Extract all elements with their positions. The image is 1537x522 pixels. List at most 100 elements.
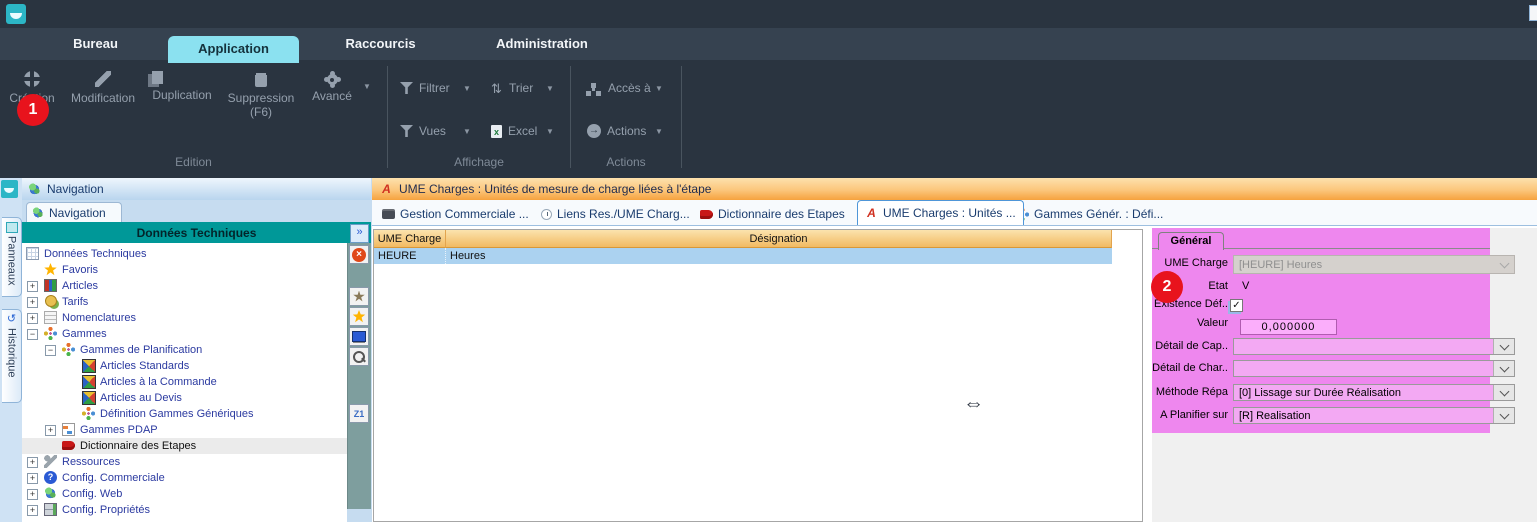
tree-item-config-proprietes[interactable]: Config. Propriétés (22, 502, 347, 518)
combo-arrow-button[interactable] (1493, 385, 1514, 400)
section-header-label: Données Techniques (137, 226, 257, 240)
expander-plus-icon[interactable] (27, 281, 38, 292)
window-box-icon[interactable] (1529, 5, 1537, 21)
favorites-star-button[interactable] (349, 307, 369, 326)
tree-item-label: Articles au Devis (100, 392, 182, 404)
expander-plus-icon[interactable] (27, 297, 38, 308)
tree-item-nomenclatures[interactable]: Nomenclatures (22, 310, 347, 326)
existence-checkbox[interactable] (1230, 299, 1243, 312)
tree-item-label: Gammes de Planification (80, 344, 202, 356)
actions-dropdown-caret[interactable] (655, 127, 663, 136)
expander-plus-icon[interactable] (45, 425, 56, 436)
expander-plus-icon[interactable] (27, 505, 38, 516)
tab-ume-charges[interactable]: UME Charges : Unités ... (857, 200, 1024, 225)
suppression-button[interactable]: Suppression (F6) (224, 71, 298, 119)
methode-combo[interactable]: [0] Lissage sur Durée Réalisation (1233, 384, 1515, 401)
acces-a-button[interactable]: Accès à (587, 81, 651, 95)
expander-plus-icon[interactable] (27, 313, 38, 324)
column-header-designation[interactable]: Désignation (446, 230, 1112, 248)
vues-dropdown-caret[interactable] (463, 127, 471, 136)
avance-button[interactable]: Avancé (306, 71, 358, 103)
tree-item-definition-gammes-generiques[interactable]: Définition Gammes Génériques (22, 406, 347, 422)
ruler-A-icon (380, 183, 393, 196)
tab-label: UME Charges : Unités ... (883, 206, 1016, 220)
vues-button[interactable]: Vues (400, 124, 446, 138)
expander-minus-icon[interactable] (27, 329, 38, 340)
avance-label: Avancé (312, 89, 352, 103)
detail-cap-combo[interactable] (1233, 338, 1515, 355)
table-row-cell-ume-charge[interactable]: HEURE (374, 248, 446, 264)
filtrer-dropdown-caret[interactable] (463, 84, 471, 93)
modification-button[interactable]: Modification (66, 71, 140, 105)
z1-button[interactable] (349, 404, 369, 423)
tree-item-label: Nomenclatures (62, 312, 136, 324)
duplication-button[interactable]: Duplication (148, 71, 216, 102)
tree-item-dictionnaire-des-etapes[interactable]: Dictionnaire des Etapes (22, 438, 347, 454)
column-header-ume-charge[interactable]: UME Charge (374, 230, 446, 248)
arrow-circle-icon (587, 124, 601, 138)
excel-button[interactable]: Excel (491, 124, 537, 138)
filtrer-button[interactable]: Filtrer (400, 81, 450, 95)
tree-item-articles-standards[interactable]: Articles Standards (22, 358, 347, 374)
tab-label: Gestion Commerciale ... (400, 207, 529, 221)
tab-liens-res-ume-charges[interactable]: Liens Res./UME Charg... (541, 203, 690, 225)
menu-raccourcis[interactable]: Raccourcis (338, 28, 423, 60)
tree-item-donnees-techniques[interactable]: Données Techniques (22, 246, 347, 262)
tree-item-ressources[interactable]: Ressources (22, 454, 347, 470)
actions-button[interactable]: Actions (587, 124, 646, 138)
tree-item-gammes-de-planification[interactable]: Gammes de Planification (22, 342, 347, 358)
combo-arrow-button[interactable] (1494, 256, 1514, 273)
navigation-tab[interactable]: Navigation (26, 202, 122, 222)
ume-charge-combo[interactable]: [HEURE] Heures (1233, 255, 1515, 274)
app-logo-icon[interactable] (6, 4, 26, 24)
tab-gestion-commerciale[interactable]: Gestion Commerciale ... (382, 203, 529, 225)
tree-item-gammes-pdap[interactable]: Gammes PDAP (22, 422, 347, 438)
side-tab-historique[interactable]: Historique (2, 309, 22, 403)
tree-item-label: Articles à la Commande (100, 376, 217, 388)
combo-arrow-button[interactable] (1493, 408, 1514, 423)
tab-dictionnaire-des-etapes[interactable]: Dictionnaire des Etapes (700, 203, 845, 225)
acces-a-label: Accès à (608, 81, 651, 95)
expander-plus-icon[interactable] (27, 457, 38, 468)
tree-item-config-web[interactable]: Config. Web (22, 486, 347, 502)
trier-button[interactable]: Trier (491, 81, 533, 95)
excel-dropdown-caret[interactable] (546, 127, 554, 136)
expander-minus-icon[interactable] (45, 345, 56, 356)
tree-item-gammes[interactable]: Gammes (22, 326, 347, 342)
valeur-input[interactable]: 0,000000 (1240, 319, 1337, 335)
menu-bureau[interactable]: Bureau (68, 28, 123, 60)
combo-arrow-button[interactable] (1493, 339, 1514, 354)
helm-button[interactable] (349, 287, 369, 306)
avance-dropdown-caret[interactable] (363, 82, 371, 91)
menu-administration[interactable]: Administration (487, 28, 597, 60)
planifier-combo[interactable]: [R] Realisation (1233, 407, 1515, 424)
menu-application[interactable]: Application (168, 36, 299, 63)
close-red-button[interactable] (349, 245, 369, 264)
tree-item-config-commerciale[interactable]: Config. Commerciale (22, 470, 347, 486)
document-title: UME Charges : Unités de mesure de charge… (399, 182, 711, 196)
star-icon (353, 310, 366, 323)
expander-plus-icon[interactable] (27, 489, 38, 500)
double-chevron-button[interactable] (350, 224, 369, 243)
z1-icon (354, 409, 365, 419)
table-row-cell-designation[interactable]: Heures (446, 248, 1112, 264)
tree-item-favoris[interactable]: Favoris (22, 262, 347, 278)
combo-arrow-button[interactable] (1493, 361, 1514, 376)
side-tab-panneaux[interactable]: Panneaux (2, 217, 22, 297)
tab-gammes-generiques[interactable]: Gammes Génér. : Défi... (1016, 203, 1163, 225)
copy-pages-icon (152, 71, 163, 84)
detail-char-combo[interactable] (1233, 360, 1515, 377)
cell-value: HEURE (378, 250, 417, 262)
tree-item-articles[interactable]: Articles (22, 278, 347, 294)
ruler-A-icon (865, 207, 878, 220)
acces-a-dropdown-caret[interactable] (655, 84, 663, 93)
tab-general[interactable]: Général (1158, 232, 1224, 250)
expander-plus-icon[interactable] (27, 473, 38, 484)
monitor-button[interactable] (349, 327, 369, 346)
search-button[interactable] (349, 347, 369, 366)
section-header-donnees-techniques: Données Techniques (22, 222, 371, 243)
tree-item-articles-a-la-commande[interactable]: Articles à la Commande (22, 374, 347, 390)
tree-item-tarifs[interactable]: Tarifs (22, 294, 347, 310)
trier-dropdown-caret[interactable] (546, 84, 554, 93)
tree-item-articles-au-devis[interactable]: Articles au Devis (22, 390, 347, 406)
